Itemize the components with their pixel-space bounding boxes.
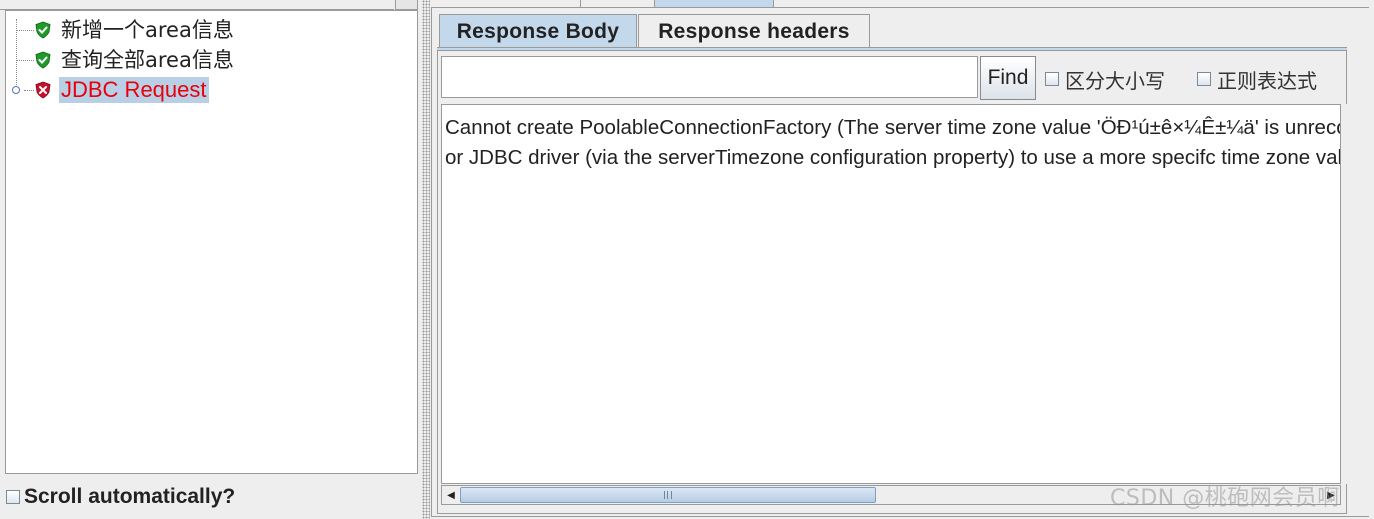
search-input[interactable] bbox=[441, 56, 978, 98]
left-pane-scroll-button[interactable] bbox=[395, 0, 418, 10]
scroll-automatically-label: Scroll automatically? bbox=[24, 485, 236, 508]
results-tree[interactable]: 新增一个area信息 查询全部area信息 JDBC Request bbox=[5, 10, 418, 474]
case-sensitive-label: 区分大小写 bbox=[1065, 68, 1165, 93]
green-shield-check-icon bbox=[35, 21, 51, 39]
tree-expand-handle-icon[interactable] bbox=[12, 86, 20, 94]
tree-item-label: 查询全部area信息 bbox=[61, 48, 234, 72]
top-tab-cut[interactable] bbox=[434, 0, 581, 7]
response-line: or JDBC driver (via the serverTimezone c… bbox=[445, 146, 1340, 169]
top-tab-cut[interactable] bbox=[580, 0, 655, 7]
scroll-left-arrow-icon[interactable]: ◀ bbox=[442, 486, 460, 504]
left-pane-top-edge bbox=[0, 0, 420, 10]
vertical-scrollbar[interactable] bbox=[1341, 104, 1347, 484]
regex-label: 正则表达式 bbox=[1217, 68, 1317, 93]
tree-connector bbox=[24, 90, 34, 91]
case-sensitive-option[interactable]: 区分大小写 bbox=[1045, 64, 1165, 94]
response-text-area[interactable]: Cannot create PoolableConnectionFactory … bbox=[441, 104, 1341, 484]
tree-item-label: 新增一个area信息 bbox=[61, 18, 234, 42]
regex-checkbox[interactable] bbox=[1197, 72, 1211, 86]
red-shield-x-icon bbox=[35, 81, 51, 99]
tree-item-jdbc-request[interactable]: JDBC Request bbox=[34, 77, 209, 103]
find-button[interactable]: Find bbox=[980, 56, 1036, 100]
tree-connector bbox=[16, 60, 34, 61]
green-shield-check-icon bbox=[35, 51, 51, 69]
horizontal-scroll-thumb[interactable] bbox=[460, 487, 876, 503]
case-sensitive-checkbox[interactable] bbox=[1045, 72, 1059, 86]
response-text: Cannot create PoolableConnectionFactory … bbox=[445, 113, 1340, 173]
tree-item-label: JDBC Request bbox=[59, 77, 209, 103]
tab-response-headers[interactable]: Response headers bbox=[638, 14, 870, 48]
scroll-automatically-checkbox[interactable] bbox=[6, 490, 20, 504]
tab-response-body[interactable]: Response Body bbox=[439, 14, 637, 48]
regex-option[interactable]: 正则表达式 bbox=[1197, 64, 1317, 94]
scroll-grip-icon bbox=[664, 491, 672, 499]
tree-item-query-area[interactable]: 查询全部area信息 bbox=[34, 47, 236, 73]
pane-splitter[interactable] bbox=[422, 0, 430, 519]
response-line: Cannot create PoolableConnectionFactory … bbox=[445, 116, 1340, 139]
scroll-automatically-option[interactable]: Scroll automatically? bbox=[6, 482, 235, 512]
tree-item-add-area[interactable]: 新增一个area信息 bbox=[34, 17, 236, 43]
tree-connector bbox=[16, 30, 34, 31]
watermark: CSDN @桃砲网会员啊 bbox=[1110, 486, 1340, 511]
